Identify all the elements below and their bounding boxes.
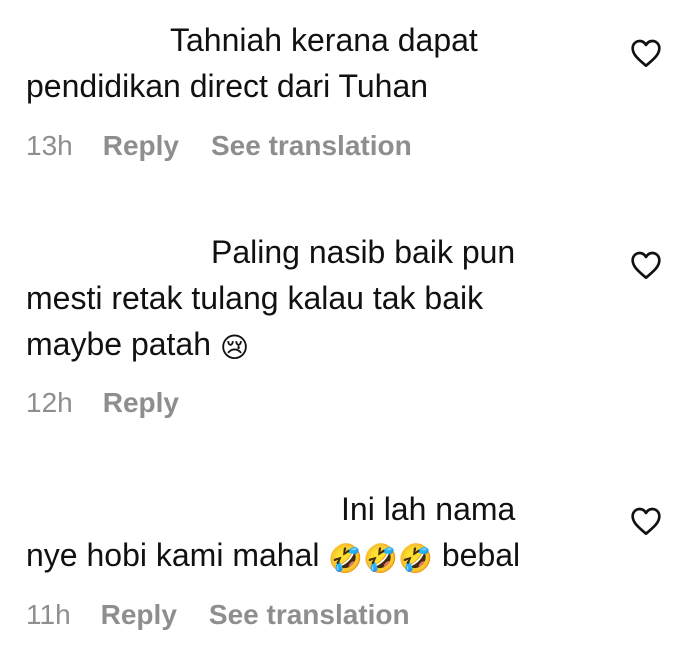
comment-meta: 13h Reply See translation — [26, 130, 444, 162]
reply-button[interactable]: Reply — [103, 387, 179, 419]
comment-item: Tahniah kerana dapat pendidikan direct d… — [26, 17, 626, 161]
comment-item: Paling nasib baik pun mesti retak tulang… — [26, 229, 626, 418]
comment-meta: 11h Reply See translation — [26, 599, 442, 631]
see-translation-button[interactable]: See translation — [209, 599, 410, 631]
comment-line: pendidikan direct dari Tuhan — [26, 68, 429, 104]
see-translation-button[interactable]: See translation — [211, 130, 412, 162]
heart-outline-icon[interactable] — [630, 506, 662, 536]
heart-outline-icon[interactable] — [630, 250, 662, 280]
timestamp: 11h — [26, 599, 71, 630]
comment-line: maybe patah — [26, 326, 212, 362]
comment-line: nye hobi kami mahal — [26, 537, 320, 573]
comment-line: mesti retak tulang kalau tak baik — [26, 280, 484, 316]
comment-text: Paling nasib baik pun mesti retak tulang… — [26, 229, 626, 367]
comment-line: Tahniah kerana dapat — [170, 22, 478, 58]
comment-text: Tahniah kerana dapat pendidikan direct d… — [26, 17, 626, 109]
timestamp: 13h — [26, 130, 73, 161]
comment-line: Ini lah nama — [341, 491, 516, 527]
comment-text: Ini lah nama nye hobi kami mahal 🤣🤣🤣 beb… — [26, 486, 626, 578]
comment-meta: 12h Reply — [26, 387, 211, 419]
comment-item: Ini lah nama nye hobi kami mahal 🤣🤣🤣 beb… — [26, 486, 626, 630]
heart-outline-icon[interactable] — [630, 38, 662, 68]
rolling-on-floor-laughing-emoji: 🤣🤣🤣 — [328, 542, 433, 575]
reply-button[interactable]: Reply — [103, 130, 179, 162]
reply-button[interactable]: Reply — [101, 599, 177, 631]
timestamp: 12h — [26, 387, 73, 418]
comment-line: bebal — [441, 537, 521, 573]
comment-line: Paling nasib baik pun — [211, 234, 516, 270]
crying-face-emoji: 😢 — [219, 331, 250, 364]
